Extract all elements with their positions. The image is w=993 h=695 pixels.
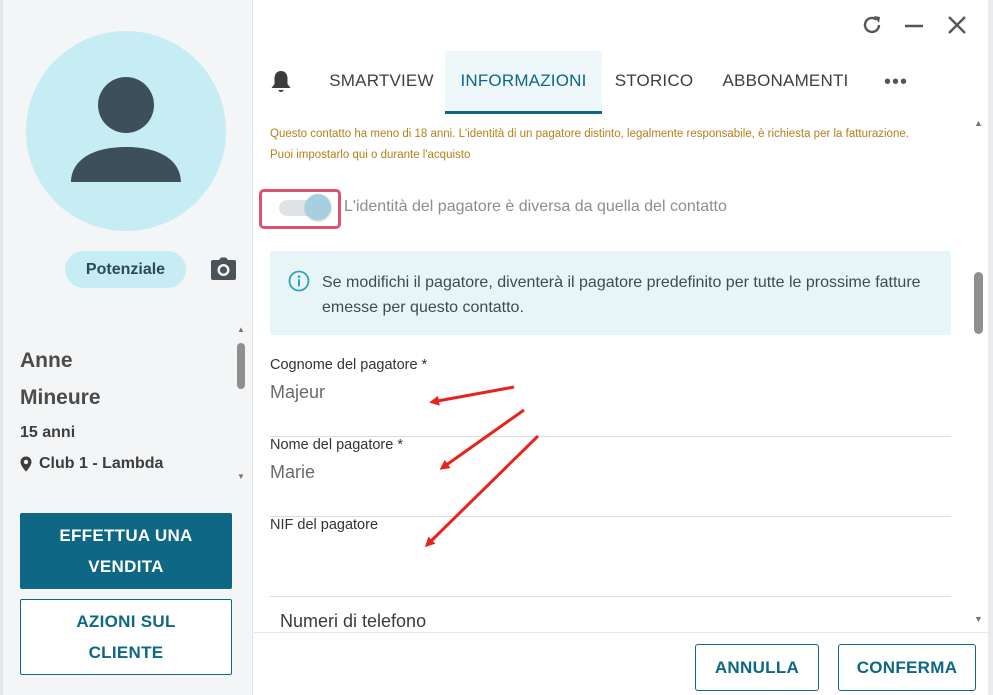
status-badge: Potenziale	[65, 251, 186, 288]
camera-icon[interactable]	[210, 257, 237, 281]
tab-storico[interactable]: STORICO	[609, 51, 699, 114]
content-scrollbar[interactable]: ▲ ▼	[972, 118, 986, 630]
sell-button-line2: VENDITA	[88, 557, 164, 576]
payer-toggle-switch[interactable]	[305, 194, 331, 220]
cancel-button[interactable]: ANNULLA	[695, 644, 819, 691]
payer-nif-field: NIF del pagatore	[270, 517, 951, 597]
left-edge	[0, 0, 3, 695]
sell-button[interactable]: EFFETTUA UNA VENDITA	[20, 513, 232, 589]
scrollbar-thumb[interactable]	[974, 272, 983, 334]
contact-first-name: Anne	[20, 349, 73, 372]
info-icon	[288, 270, 310, 292]
payer-toggle-label: L'identità del pagatore è diversa da que…	[344, 198, 727, 215]
avatar	[26, 31, 226, 231]
informazioni-panel: Questo contatto ha meno di 18 anni. L'id…	[254, 114, 968, 632]
scroll-up-icon[interactable]: ▲	[237, 325, 245, 334]
info-banner: Se modifichi il pagatore, diventerà il p…	[270, 251, 951, 335]
minor-warning-text: Questo contatto ha meno di 18 anni. L'id…	[270, 128, 909, 161]
minimize-icon[interactable]	[902, 13, 926, 37]
bell-icon[interactable]	[270, 69, 292, 95]
scroll-down-icon[interactable]: ▼	[974, 614, 983, 624]
contact-sidebar: Potenziale Anne Mineure 15 anni Club 1 -…	[0, 0, 253, 695]
payer-name-input[interactable]	[270, 462, 870, 483]
sidebar-scrollbar[interactable]: ▲ ▼	[235, 325, 247, 485]
scroll-up-icon[interactable]: ▲	[974, 118, 983, 128]
close-icon[interactable]	[945, 13, 969, 37]
client-actions-line2: CLIENTE	[88, 643, 164, 662]
contact-last-name: Mineure	[20, 386, 101, 409]
sell-button-line1: EFFETTUA UNA	[59, 526, 193, 545]
scroll-down-icon[interactable]: ▼	[237, 472, 245, 481]
tab-informazioni[interactable]: INFORMAZIONI	[445, 51, 602, 114]
club-name: Club 1 - Lambda	[39, 455, 164, 472]
tab-smartview[interactable]: SMARTVIEW	[314, 51, 449, 114]
scrollbar-thumb[interactable]	[237, 343, 245, 389]
payer-surname-label: Cognome del pagatore *	[270, 357, 428, 373]
location-pin-icon	[20, 456, 32, 472]
tab-abbonamenti[interactable]: ABBONAMENTI	[718, 51, 853, 114]
more-tabs-icon[interactable]: •••	[884, 71, 908, 94]
payer-surname-input[interactable]	[270, 382, 870, 403]
payer-nif-label: NIF del pagatore	[270, 517, 379, 533]
client-actions-button[interactable]: AZIONI SUL CLIENTE	[20, 599, 232, 675]
client-actions-line1: AZIONI SUL	[76, 612, 176, 631]
contact-club: Club 1 - Lambda	[20, 455, 163, 473]
confirm-button[interactable]: CONFERMA	[838, 644, 976, 691]
tab-bar: SMARTVIEW INFORMAZIONI STORICO ABBONAMEN…	[254, 51, 954, 114]
payer-nif-input[interactable]	[270, 542, 870, 563]
dialog-footer: ANNULLA CONFERMA	[254, 632, 993, 695]
payer-name-field: Nome del pagatore *	[270, 437, 951, 517]
payer-name-label: Nome del pagatore *	[270, 437, 403, 453]
user-silhouette-icon	[71, 77, 181, 183]
info-banner-text: Se modifichi il pagatore, diventerà il p…	[322, 274, 921, 316]
background-window-edge	[988, 0, 993, 695]
refresh-icon[interactable]	[860, 13, 884, 37]
contact-age: 15 anni	[20, 424, 76, 441]
phone-section-title: Numeri di telefono	[280, 611, 427, 631]
payer-surname-field: Cognome del pagatore *	[270, 357, 951, 437]
